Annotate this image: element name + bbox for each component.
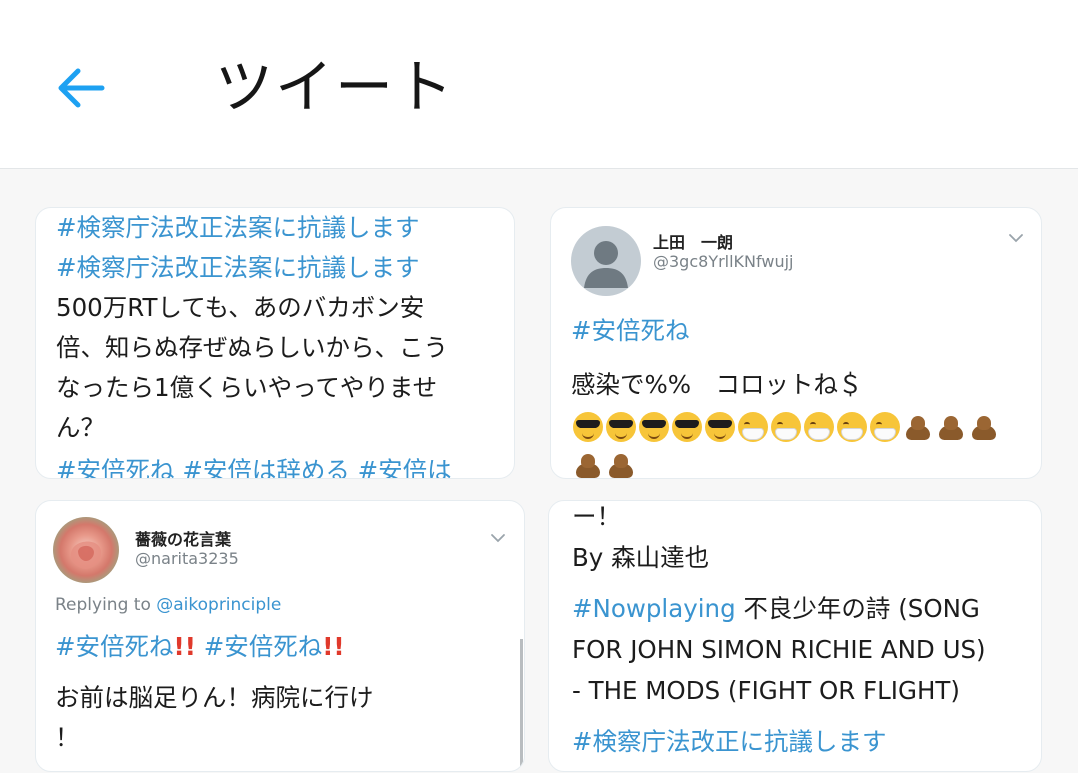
tweet-card-top-left[interactable]: #検察庁法改正法案に抗議します #検察庁法改正法案に抗議します 500万RTして…	[35, 207, 515, 479]
hashtag-line[interactable]: #安倍死ね #安倍は辞める #安倍は	[56, 452, 452, 478]
chevron-down-icon[interactable]	[490, 532, 506, 544]
scrollbar[interactable]	[520, 639, 523, 771]
avatar[interactable]	[571, 226, 641, 296]
mask-face-icon	[870, 412, 900, 442]
chevron-down-icon[interactable]	[1008, 232, 1024, 244]
poop-icon	[606, 450, 636, 478]
back-button[interactable]	[50, 58, 114, 118]
hashtag-line[interactable]: #検察庁法改正法案に抗議します	[56, 209, 420, 247]
rose-icon	[70, 541, 102, 569]
tweet-text-line: ー！	[572, 502, 621, 531]
tweet-text-line: - THE MODS (FIGHT OR FLIGHT)	[572, 676, 960, 705]
emoji-row	[573, 412, 999, 442]
screenshot-collage: #検察庁法改正法案に抗議します #検察庁法改正法案に抗議します 500万RTして…	[0, 169, 1078, 773]
user-handle[interactable]: @narita3235	[135, 549, 239, 568]
mask-face-icon	[837, 412, 867, 442]
double-exclamation-icon: !!	[173, 632, 196, 661]
display-name[interactable]: 上田 一朗	[653, 229, 733, 253]
tweet-text-line: ！	[55, 723, 80, 752]
replying-to-label: Replying to	[55, 595, 151, 615]
arrow-left-icon	[58, 68, 105, 108]
tweet-text-line: なったら1億くらいやってやりませ	[56, 373, 438, 402]
hashtag-line[interactable]: #検察庁法改正法案に抗議します	[56, 249, 420, 287]
sunglasses-face-icon	[606, 412, 636, 442]
mask-face-icon	[804, 412, 834, 442]
hashtag[interactable]: #安倍死ね	[204, 632, 323, 661]
mask-face-icon	[738, 412, 768, 442]
user-handle[interactable]: @3gc8YrllKNfwujj	[653, 252, 793, 271]
poop-icon	[969, 412, 999, 442]
default-avatar-icon	[584, 241, 628, 288]
tweet-text-line: 倍、知らぬ存ぜぬらしいから、こう	[56, 333, 448, 362]
mask-face-icon	[771, 412, 801, 442]
replying-to: Replying to @aikoprinciple	[55, 595, 281, 615]
poop-icon	[936, 412, 966, 442]
double-exclamation-icon: !!	[322, 632, 345, 661]
hashtag[interactable]: #安倍死ね	[571, 312, 690, 350]
poop-icon	[573, 450, 603, 478]
tweet-text-line: FOR JOHN SIMON RICHIE AND US)	[572, 635, 986, 664]
sunglasses-face-icon	[639, 412, 669, 442]
tweet-text-line: #Nowplaying 不良少年の詩 (SONG	[572, 590, 980, 628]
sunglasses-face-icon	[705, 412, 735, 442]
tweet-text-line: By 森山達也	[572, 543, 710, 572]
tweet-card-top-right[interactable]: 上田 一朗 @3gc8YrllKNfwujj #安倍死ね 感染で%% コロットね…	[550, 207, 1042, 479]
hashtag[interactable]: #安倍死ね	[55, 632, 174, 661]
tweet-card-bottom-right[interactable]: ー！ By 森山達也 #Nowplaying 不良少年の詩 (SONG FOR …	[548, 500, 1042, 772]
sunglasses-face-icon	[573, 412, 603, 442]
song-title: 不良少年の詩 (SONG	[735, 594, 980, 623]
avatar[interactable]	[53, 517, 119, 583]
hashtag-line: #安倍死ね!! #安倍死ね!!	[55, 628, 345, 666]
sunglasses-face-icon	[672, 412, 702, 442]
display-name[interactable]: 薔薇の花言葉	[135, 526, 231, 550]
emoji-row	[573, 450, 636, 478]
replying-to-handle[interactable]: @aikoprinciple	[156, 595, 281, 615]
tweet-card-bottom-left[interactable]: 薔薇の花言葉 @narita3235 Replying to @aikoprin…	[35, 500, 525, 772]
tweet-text-line: 500万RTしても、あのバカボン安	[56, 293, 425, 322]
hashtag-line[interactable]: #検察庁法改正に抗議します	[572, 723, 887, 761]
top-bar: ツイート	[0, 0, 1078, 169]
tweet-text-line: お前は脳足りん！病院に行け	[55, 683, 374, 712]
tweet-text: 感染で%% コロットね＄	[571, 370, 863, 399]
poop-icon	[903, 412, 933, 442]
page-title: ツイート	[215, 53, 456, 121]
tweet-text-line: ん？	[56, 413, 105, 442]
hashtag[interactable]: #Nowplaying	[572, 594, 736, 623]
